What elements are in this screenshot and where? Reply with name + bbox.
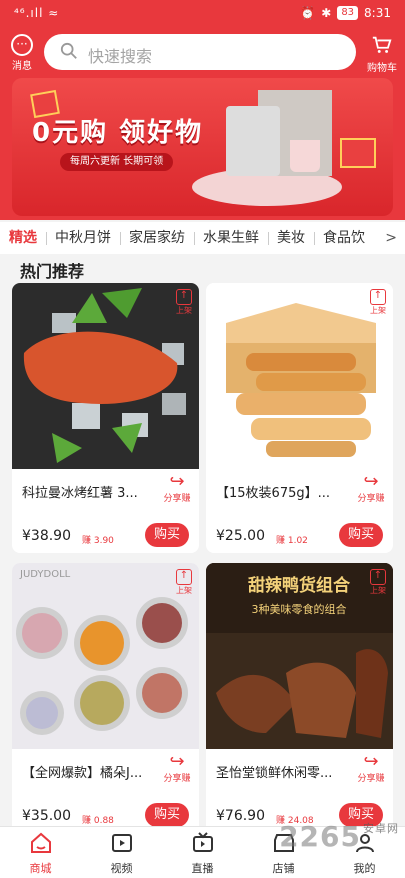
share-icon: ↪ bbox=[363, 471, 379, 492]
banner-cup-image bbox=[290, 140, 320, 172]
share-label: 分享赚 bbox=[357, 774, 385, 784]
upload-icon: ↑ bbox=[176, 289, 192, 305]
share-label: 分享赚 bbox=[357, 494, 385, 504]
gift-box-icon bbox=[340, 138, 376, 168]
banner-product-image bbox=[226, 106, 280, 176]
top-bar: ··· 消息 快速搜索 购物车 bbox=[0, 30, 405, 74]
share-label: 分享赚 bbox=[163, 494, 191, 504]
earn-amount: 赚 3.90 bbox=[82, 536, 114, 546]
tab-featured[interactable]: 精选 bbox=[0, 222, 46, 254]
nav-mall[interactable]: 商城 bbox=[0, 827, 81, 878]
section-title: 热门推荐 bbox=[20, 262, 85, 281]
home-icon bbox=[30, 832, 51, 853]
tab-food[interactable]: 食品饮 bbox=[314, 222, 374, 254]
share-icon: ↪ bbox=[169, 471, 185, 492]
earn-amount: 赚 1.02 bbox=[276, 536, 308, 546]
product-price: ¥38.90 bbox=[22, 528, 71, 544]
share-button[interactable]: ↪ 分享赚 bbox=[161, 751, 193, 785]
message-icon: ··· bbox=[11, 34, 33, 56]
listing-label: 上架 bbox=[370, 586, 386, 595]
share-button[interactable]: ↪ 分享赚 bbox=[355, 471, 387, 505]
tab-home[interactable]: 家居家纺 bbox=[120, 222, 194, 254]
watermark-sub: 安卓网 bbox=[363, 822, 399, 835]
product-image bbox=[206, 283, 393, 469]
search-placeholder: 快速搜索 bbox=[88, 47, 153, 66]
search-icon bbox=[60, 42, 77, 59]
upload-icon: ↑ bbox=[176, 569, 192, 585]
product-price: ¥25.00 bbox=[216, 528, 265, 544]
watermark-logo: 2265 安卓网 bbox=[279, 820, 399, 853]
signal-indicator: ⁴⁶.ıll ≈ bbox=[14, 6, 60, 20]
product-card[interactable]: 甜辣鸭货组合 3种美味零食的组合 ↑ 上架 圣怡堂锁鲜休闲零... ↪ 分享赚 … bbox=[206, 563, 393, 833]
message-label: 消息 bbox=[12, 61, 32, 72]
listing-label: 上架 bbox=[176, 306, 192, 315]
nav-label: 我的 bbox=[353, 862, 376, 875]
product-name: 圣怡堂锁鲜休闲零... bbox=[216, 766, 333, 781]
cart-button[interactable]: 购物车 bbox=[367, 34, 397, 74]
message-button[interactable]: ··· 消息 bbox=[8, 34, 36, 72]
buy-button[interactable]: 购买 bbox=[145, 803, 189, 827]
product-name: 科拉曼冰烤红薯 3... bbox=[22, 486, 138, 501]
share-label: 分享赚 bbox=[163, 774, 191, 784]
nav-live[interactable]: 直播 bbox=[162, 827, 243, 878]
product-card[interactable]: ↑ 上架 科拉曼冰烤红薯 3... ↪ 分享赚 ¥38.90 赚 3.90 购买 bbox=[12, 283, 199, 553]
product-image: JUDYDOLL bbox=[12, 563, 199, 749]
nav-label: 店铺 bbox=[272, 862, 295, 875]
image-title: 甜辣鸭货组合 bbox=[248, 575, 351, 596]
product-image bbox=[12, 283, 199, 469]
nav-label: 商城 bbox=[29, 862, 52, 875]
share-icon: ↪ bbox=[169, 751, 185, 772]
live-tv-icon bbox=[192, 832, 213, 852]
cart-label: 购物车 bbox=[367, 63, 397, 74]
category-tabs: 精选 中秋月饼 家居家纺 水果生鲜 美妆 食品饮 bbox=[0, 222, 405, 254]
cart-icon bbox=[372, 36, 392, 53]
product-price: ¥76.90 bbox=[216, 808, 265, 824]
product-name: 【全网爆款】橘朵J... bbox=[22, 766, 143, 781]
tabs-more-icon[interactable]: > bbox=[383, 222, 397, 254]
nav-label: 视频 bbox=[110, 862, 133, 875]
banner-subtitle: 每周六更新 长期可领 bbox=[60, 153, 174, 171]
watermark-main: 2265 bbox=[279, 820, 361, 853]
brand-text: JUDYDOLL bbox=[19, 569, 71, 580]
upload-icon: ↑ bbox=[370, 289, 386, 305]
listing-button[interactable]: ↑ 上架 bbox=[369, 289, 387, 316]
status-bar: ⁴⁶.ıll ≈ ⏰ ✱ 83 8:31 bbox=[0, 0, 405, 28]
tab-beauty[interactable]: 美妆 bbox=[268, 222, 314, 254]
share-icon: ↪ bbox=[363, 751, 379, 772]
banner-title: 0元购 领好物 bbox=[32, 118, 204, 148]
listing-button[interactable]: ↑ 上架 bbox=[175, 289, 193, 316]
product-name: 【15枚装675g】... bbox=[216, 486, 331, 501]
product-image: 甜辣鸭货组合 3种美味零食的组合 bbox=[206, 563, 393, 749]
upload-icon: ↑ bbox=[370, 569, 386, 585]
video-icon bbox=[111, 834, 132, 852]
product-card[interactable]: ↑ 上架 【15枚装675g】... ↪ 分享赚 ¥25.00 赚 1.02 购… bbox=[206, 283, 393, 553]
alarm-icon: ⏰ bbox=[300, 6, 316, 20]
bluetooth-icon: ✱ bbox=[321, 6, 332, 20]
image-subtitle: 3种美味零食的组合 bbox=[252, 602, 347, 616]
search-input[interactable]: 快速搜索 bbox=[44, 34, 356, 70]
product-card[interactable]: JUDYDOLL ↑ 上架 【全网爆款】橘朵J... ↪ 分享赚 ¥35.00 … bbox=[12, 563, 199, 833]
tab-fruit[interactable]: 水果生鲜 bbox=[194, 222, 268, 254]
promo-banner[interactable]: 0元购 领好物 每周六更新 长期可领 bbox=[12, 78, 393, 216]
listing-label: 上架 bbox=[370, 306, 386, 315]
nav-label: 直播 bbox=[191, 862, 214, 875]
buy-button[interactable]: 购买 bbox=[339, 523, 383, 547]
nav-video[interactable]: 视频 bbox=[81, 827, 162, 878]
listing-button[interactable]: ↑ 上架 bbox=[369, 569, 387, 596]
earn-amount: 赚 0.88 bbox=[82, 816, 114, 826]
share-button[interactable]: ↪ 分享赚 bbox=[161, 471, 193, 505]
clock: 8:31 bbox=[364, 6, 391, 20]
buy-button[interactable]: 购买 bbox=[145, 523, 189, 547]
listing-label: 上架 bbox=[176, 586, 192, 595]
listing-button[interactable]: ↑ 上架 bbox=[175, 569, 193, 596]
tab-mooncake[interactable]: 中秋月饼 bbox=[46, 222, 120, 254]
share-button[interactable]: ↪ 分享赚 bbox=[355, 751, 387, 785]
battery-level: 83 bbox=[337, 6, 359, 20]
product-price: ¥35.00 bbox=[22, 808, 71, 824]
